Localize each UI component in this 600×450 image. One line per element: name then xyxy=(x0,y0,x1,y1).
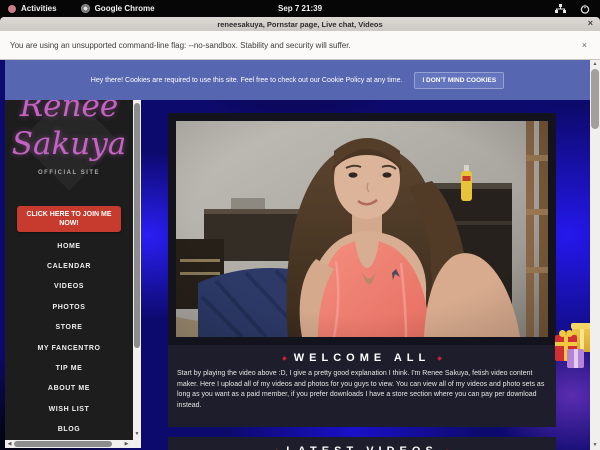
sidebar-item-tip-me[interactable]: TIP ME xyxy=(5,358,133,378)
sidebar-item-blog[interactable]: BLOG xyxy=(5,420,133,440)
sidebar-item-home[interactable]: HOME xyxy=(5,236,133,256)
sidebar-item-videos[interactable]: VIDEOS xyxy=(5,277,133,297)
logo-line2: Sakuya xyxy=(5,126,133,162)
sidebar: Renee Sakuya OFFICIAL SITE CLICK HERE TO… xyxy=(5,100,141,448)
desktop-screen: Activities Google Chrome Sep 7 21:39 xyxy=(0,0,600,450)
ornament-diamond-icon: ◆ xyxy=(437,355,442,362)
infobar-close-icon[interactable]: × xyxy=(582,40,587,50)
cookie-notice-bar: Hey there! Cookies are required to use t… xyxy=(5,60,590,100)
cookie-accept-button[interactable]: I DON'T MIND COOKIES xyxy=(414,72,504,89)
latest-videos-panel: ◆ LATEST VIDEOS ◆ xyxy=(168,437,556,450)
sidebar-item-about-me[interactable]: ABOUT ME xyxy=(5,379,133,399)
welcome-title: WELCOME ALL xyxy=(294,352,430,364)
latest-videos-title-row: ◆ LATEST VIDEOS ◆ xyxy=(168,437,556,450)
window-title-bar: reneesakuya, Pornstar page, Live chat, V… xyxy=(0,17,600,31)
clock[interactable]: Sep 7 21:39 xyxy=(0,4,600,13)
power-icon[interactable] xyxy=(580,4,590,14)
sidebar-content: Renee Sakuya OFFICIAL SITE CLICK HERE TO… xyxy=(5,100,133,440)
sidebar-item-calendar[interactable]: CALENDAR xyxy=(5,256,133,276)
infobar-message: You are using an unsupported command-lin… xyxy=(10,41,351,50)
join-button[interactable]: CLICK HERE TO JOIN ME NOW! xyxy=(17,206,121,232)
sidebar-item-my-fancentro[interactable]: MY FANCENTRO xyxy=(5,338,133,358)
scroll-up-icon[interactable]: ▲ xyxy=(590,60,600,69)
ornament-diamond-icon: ◆ xyxy=(282,355,287,362)
sidebar-item-wish-list[interactable]: WISH LIST xyxy=(5,399,133,419)
sidebar-horizontal-scrollbar[interactable]: ◀ ▶ xyxy=(5,440,141,448)
gift-tip-widget[interactable] xyxy=(554,318,594,370)
purple-gift-icon xyxy=(567,349,584,368)
window-title: reneesakuya, Pornstar page, Live chat, V… xyxy=(217,20,382,29)
activities-button[interactable]: Activities xyxy=(21,4,57,13)
sidebar-hscroll-thumb[interactable] xyxy=(14,441,112,447)
browser-scrollbar-thumb[interactable] xyxy=(591,69,599,129)
browser-scrollbar[interactable]: ▲ ▼ xyxy=(590,60,600,450)
scroll-left-icon[interactable]: ◀ xyxy=(5,441,14,447)
chrome-icon xyxy=(81,4,90,13)
scroll-down-icon[interactable]: ▼ xyxy=(133,428,141,440)
welcome-body-text: Start by playing the video above :D, I g… xyxy=(168,369,556,411)
intro-video-player[interactable] xyxy=(168,113,556,345)
cookie-message: Hey there! Cookies are required to use t… xyxy=(91,77,403,84)
window-close-icon[interactable]: × xyxy=(588,18,593,28)
activities-indicator-icon xyxy=(8,5,16,13)
logo-line1: Renee xyxy=(5,100,133,124)
browser-viewport: Hey there! Cookies are required to use t… xyxy=(0,60,600,450)
sidebar-vertical-scrollbar[interactable]: ▼ xyxy=(133,100,141,440)
network-icon[interactable] xyxy=(555,4,566,14)
sidebar-vscroll-thumb[interactable] xyxy=(134,103,140,348)
sidebar-item-store[interactable]: STORE xyxy=(5,318,133,338)
video-still-selfie xyxy=(176,121,548,337)
gnome-top-bar: Activities Google Chrome Sep 7 21:39 xyxy=(0,0,600,17)
latest-videos-title: LATEST VIDEOS xyxy=(286,445,438,450)
chrome-infobar: You are using an unsupported command-lin… xyxy=(0,31,600,60)
logo-tagline: OFFICIAL SITE xyxy=(5,170,133,176)
sidebar-menu: HOME CALENDAR VIDEOS PHOTOS STORE MY FAN… xyxy=(5,236,133,440)
scroll-right-icon[interactable]: ▶ xyxy=(122,441,131,447)
app-menu-button[interactable]: Google Chrome xyxy=(95,4,155,13)
scroll-down-icon[interactable]: ▼ xyxy=(590,441,600,450)
sidebar-item-photos[interactable]: PHOTOS xyxy=(5,297,133,317)
welcome-panel: ◆ WELCOME ALL ◆ Start by playing the vid… xyxy=(168,345,556,427)
welcome-title-row: ◆ WELCOME ALL ◆ xyxy=(168,345,556,364)
